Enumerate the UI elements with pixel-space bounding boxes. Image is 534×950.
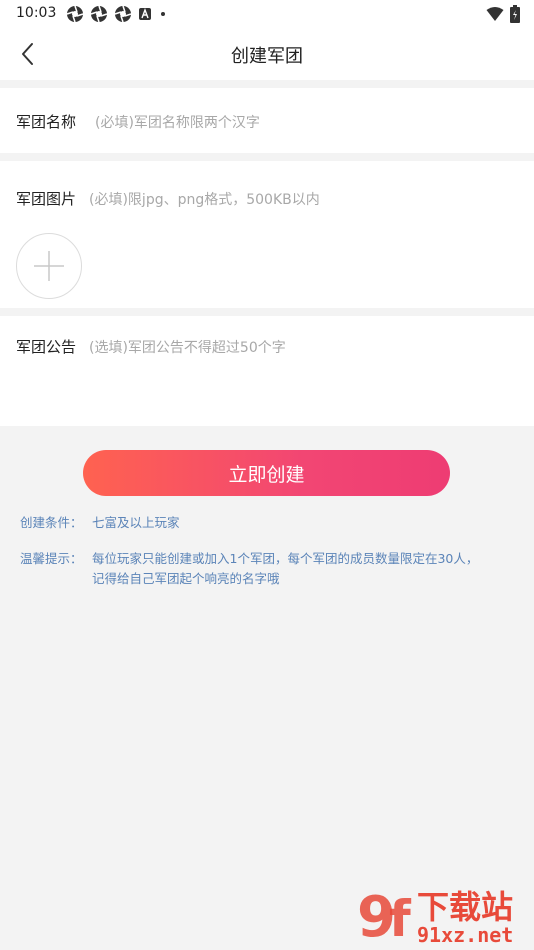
conditions-value: 七富及以上玩家 [92, 515, 180, 530]
svg-text:f: f [389, 890, 412, 946]
wifi-icon [486, 7, 504, 21]
battery-icon [510, 5, 520, 23]
conditions-label: 创建条件： [20, 515, 83, 530]
image-field-row: 军团图片 (必填)限jpg、png格式，500KB以内 [0, 161, 534, 308]
dot-icon [161, 12, 165, 16]
aperture-icon [114, 5, 132, 23]
status-icons-left [66, 5, 168, 23]
name-field-label: 军团名称 [16, 113, 77, 131]
tips-line-2: 记得给自己军团起个响亮的名字哦 [92, 571, 280, 586]
notice-field-row[interactable]: 军团公告 (选填)军团公告不得超过50个字 [0, 316, 534, 426]
tips-label: 温馨提示： [20, 551, 83, 566]
tips-line-1: 每位玩家只能创建或加入1个军团，每个军团的成员数量限定在30人， [92, 551, 479, 566]
aperture-icon [66, 5, 84, 23]
name-field-row[interactable]: 军团名称 (必填)军团名称限两个汉字 [0, 88, 534, 153]
add-image-button[interactable] [16, 233, 82, 299]
notice-textarea[interactable]: (选填)军团公告不得超过50个字 [89, 337, 286, 357]
watermark-logo: 9 f 下载站 91xz.net [357, 885, 513, 946]
status-icons-right [486, 5, 520, 23]
image-field-label: 军团图片 [16, 190, 77, 208]
plus-icon [34, 251, 64, 281]
name-input[interactable]: (必填)军团名称限两个汉字 [95, 112, 260, 132]
image-field-hint: (必填)限jpg、png格式，500KB以内 [89, 192, 320, 208]
a-badge-icon [139, 8, 151, 20]
status-time: 10:03 [16, 5, 57, 21]
aperture-icon [90, 5, 108, 23]
create-button[interactable]: 立即创建 [83, 450, 450, 496]
watermark-text-top: 下载站 [417, 888, 513, 926]
page-title: 创建军团 [231, 46, 303, 67]
notice-field-label: 军团公告 [16, 338, 77, 356]
status-bar: 10:03 [0, 0, 534, 28]
watermark-text-bottom: 91xz.net [417, 923, 513, 946]
nav-bar: 创建军团 [0, 28, 534, 80]
